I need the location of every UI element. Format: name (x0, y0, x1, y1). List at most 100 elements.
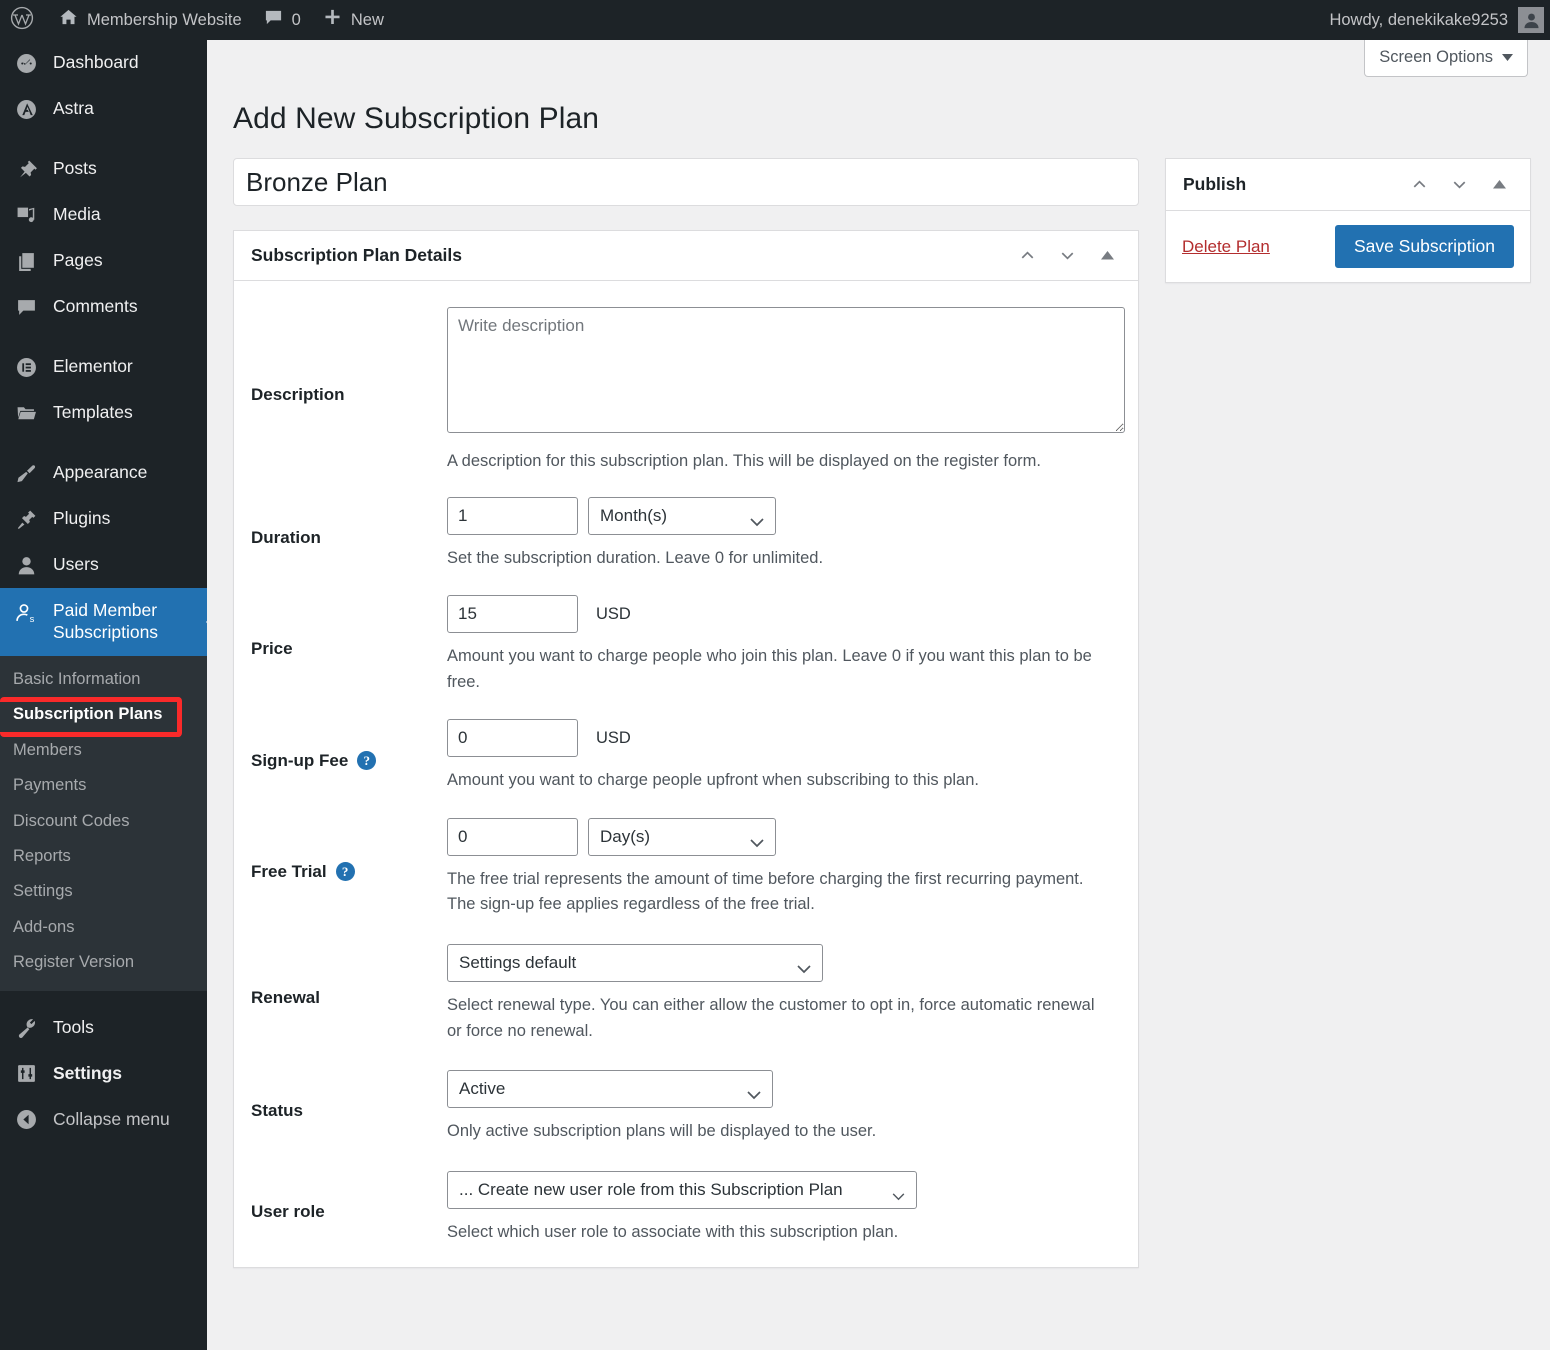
duration-unit-select[interactable]: Month(s) (588, 496, 776, 535)
admin-sidebar-menu: Dashboard Astra Posts Media Pages Commen… (0, 40, 215, 1350)
my-account-menu[interactable]: Howdy, denekikake9253 (1329, 7, 1550, 33)
chevron-down-icon[interactable] (1049, 238, 1085, 274)
sidebar-subitem-discount-codes[interactable]: Discount Codes (0, 804, 207, 839)
duration-input[interactable] (447, 496, 578, 535)
subscription-plan-details-heading: Subscription Plan Details (251, 245, 463, 265)
sidebar-item-users[interactable]: Users (0, 542, 207, 588)
chevron-up-icon[interactable] (1009, 238, 1045, 274)
price-label: Price (251, 595, 447, 695)
dashboard-gauge-icon (13, 50, 39, 76)
sidebar-item-label: Astra (53, 98, 94, 119)
menu-separator (0, 436, 207, 450)
duration-controls: Month(s) (447, 496, 1121, 535)
box-handle-actions (1009, 238, 1125, 274)
publish-postbox: Publish Delete Plan Save Subscription (1165, 158, 1531, 283)
comment-bubble-icon (264, 8, 283, 32)
post-editor: Subscription Plan Details (233, 158, 1543, 1269)
description-textarea[interactable] (447, 307, 1125, 433)
status-select[interactable]: Active (447, 1070, 773, 1109)
chevron-up-icon[interactable] (1401, 167, 1437, 203)
free-trial-unit-value: Day(s) (600, 826, 651, 846)
publish-box: Publish Delete Plan Save Subscription (1165, 158, 1531, 283)
wordpress-logo-icon (10, 6, 34, 35)
admin-bar: Membership Website 0 New Howdy, denekika… (0, 0, 1550, 40)
sidebar-item-posts[interactable]: Posts (0, 146, 207, 192)
sidebar-item-plugins[interactable]: Plugins (0, 496, 207, 542)
folder-icon (13, 400, 39, 426)
chevron-down-icon[interactable] (1441, 167, 1477, 203)
sidebar-subitem-basic-information[interactable]: Basic Information (0, 662, 207, 697)
free-trial-label-text: Free Trial (251, 861, 327, 881)
help-question-icon[interactable]: ? (335, 862, 355, 882)
sidebar-subitem-subscription-plans[interactable]: Subscription Plans (0, 697, 207, 732)
signup-fee-label: Sign-up Fee ? (251, 719, 447, 794)
save-subscription-button[interactable]: Save Subscription (1334, 225, 1514, 268)
status-help-text: Only active subscription plans will be d… (447, 1122, 877, 1141)
sidebar-subitem-add-ons[interactable]: Add-ons (0, 910, 207, 945)
sidebar-item-tools[interactable]: Tools (0, 1005, 207, 1051)
delete-plan-link[interactable]: Delete Plan (1182, 237, 1270, 256)
free-trial-unit-select[interactable]: Day(s) (588, 817, 776, 856)
triangle-up-icon[interactable] (1089, 238, 1125, 274)
sidebar-subitem-members[interactable]: Members (0, 733, 207, 768)
triangle-up-icon[interactable] (1481, 167, 1517, 203)
help-question-icon[interactable]: ? (357, 751, 377, 771)
sidebar-item-elementor[interactable]: Elementor (0, 344, 207, 390)
screen-options-button[interactable]: Screen Options (1364, 40, 1528, 77)
sidebar-item-templates[interactable]: Templates (0, 390, 207, 436)
sidebar-item-label: Tools (53, 1016, 94, 1037)
status-label: Status (251, 1070, 447, 1145)
paid-member-subscriptions-submenu: Basic Information Subscription Plans Mem… (0, 655, 207, 991)
svg-text:s: s (29, 612, 34, 623)
page-title: Add New Subscription Plan (233, 102, 600, 135)
wrench-icon (13, 1015, 39, 1041)
price-input[interactable] (447, 595, 578, 634)
sidebar-item-appearance[interactable]: Appearance (0, 450, 207, 496)
plug-icon (13, 506, 39, 532)
sidebar-subitem-settings[interactable]: Settings (0, 874, 207, 909)
duration-unit-value: Month(s) (600, 505, 668, 525)
sidebar-item-collapse-menu[interactable]: Collapse menu (0, 1097, 207, 1143)
main-content-area: Screen Options Add New Subscription Plan… (207, 40, 1550, 1350)
sidebar-item-dashboard[interactable]: Dashboard (0, 40, 207, 86)
user-dollar-icon: s (13, 600, 39, 626)
comments-bubble-button[interactable]: 0 (253, 0, 312, 40)
free-trial-controls: Day(s) (447, 817, 1121, 856)
plus-icon (323, 8, 342, 32)
plan-title-input[interactable] (233, 158, 1139, 206)
sidebar-item-label: Plugins (53, 508, 111, 529)
user-icon (13, 552, 39, 578)
screen-options-label: Screen Options (1379, 48, 1493, 66)
menu-separator (0, 132, 207, 146)
sidebar-item-comments[interactable]: Comments (0, 284, 207, 330)
new-content-button[interactable]: New (312, 0, 395, 40)
sidebar-item-pages[interactable]: Pages (0, 238, 207, 284)
sidebar-subitem-register-version[interactable]: Register Version (0, 945, 207, 980)
sidebar-item-astra[interactable]: Astra (0, 86, 207, 132)
user-role-value: ... Create new user role from this Subsc… (459, 1179, 843, 1199)
description-field: A description for this subscription plan… (447, 307, 1125, 475)
publish-handle-actions (1401, 167, 1517, 203)
avatar (1518, 7, 1544, 33)
sidebar-subitem-reports[interactable]: Reports (0, 839, 207, 874)
post-body-content: Subscription Plan Details (233, 158, 1139, 1269)
sidebar-subitem-payments[interactable]: Payments (0, 768, 207, 803)
subscription-plan-details-body: Description A description for this subsc… (234, 281, 1138, 1267)
site-name-menu[interactable]: Membership Website (48, 0, 253, 40)
wordpress-logo-button[interactable] (0, 0, 48, 40)
signup-fee-help-text: Amount you want to charge people upfront… (447, 771, 979, 790)
duration-help-text: Set the subscription duration. Leave 0 f… (447, 548, 824, 567)
publish-header: Publish (1166, 159, 1530, 211)
sidebar-item-label: Paid Member Subscriptions (53, 600, 159, 642)
signup-fee-input[interactable] (447, 719, 578, 758)
user-role-select[interactable]: ... Create new user role from this Subsc… (447, 1170, 917, 1209)
price-field: USD Amount you want to charge people who… (447, 595, 1121, 695)
chevron-down-icon (750, 833, 764, 853)
publish-actions: Delete Plan Save Subscription (1166, 211, 1530, 282)
renewal-select[interactable]: Settings default (447, 943, 823, 982)
sidebar-item-paid-member-subscriptions[interactable]: s Paid Member Subscriptions (0, 588, 215, 656)
user-role-help-text: Select which user role to associate with… (447, 1222, 899, 1241)
sidebar-item-media[interactable]: Media (0, 192, 207, 238)
free-trial-input[interactable] (447, 817, 578, 856)
sidebar-item-settings[interactable]: Settings (0, 1051, 207, 1097)
